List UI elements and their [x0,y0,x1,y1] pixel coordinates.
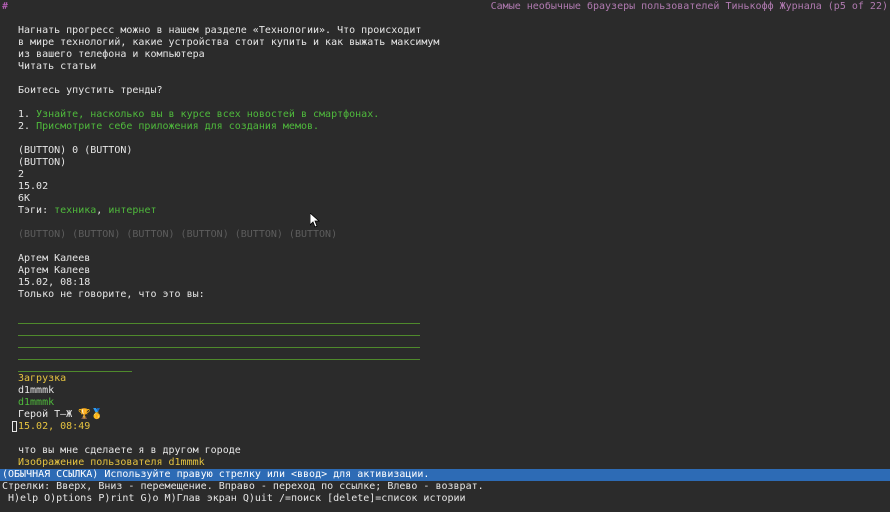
user-badge: Герой Т—Ж 🏆🥇 [18,409,103,421]
share-buttons[interactable]: (BUTTON) (BUTTON) (BUTTON) (BUTTON) (BUT… [18,229,337,241]
badge-label: Герой Т—Ж [18,409,73,420]
status-bar: (ОБЫЧНАЯ ССЫЛКА) Используйте правую стре… [0,469,890,481]
page-title: Самые необычные браузеры пользователей Т… [490,1,888,12]
page-marker: # [2,1,9,12]
tag-link[interactable]: интернет [108,205,156,216]
text-cursor [12,421,17,432]
comment-text: Только не говорите, что это вы: [18,289,205,300]
tag-link[interactable]: техника [54,205,96,216]
comment-datetime: 15.02, 08:18 [18,277,91,288]
tags: Тэги: техника, интернет [18,205,157,217]
divider [18,359,420,360]
loading-text: Загрузка [18,373,67,384]
list-link[interactable]: Присмотрите себе приложения для создания… [36,121,319,132]
read-articles-link[interactable]: Читать статьи [18,61,96,73]
user-link[interactable]: d1mmmk [18,397,54,409]
list-link[interactable]: Узнайте, насколько вы в курсе всех новос… [36,109,379,120]
comment-text: что вы мне сделаете я в другом городе [18,445,241,456]
intro-line: в мире технологий, какие устройства стои… [18,37,440,48]
like-buttons[interactable]: (BUTTON) 0 (BUTTON) [18,145,132,157]
comment-author: Артем Калеев [18,265,91,276]
question-heading: Боитесь упустить тренды? [18,85,163,96]
article-date: 15.02 [18,181,49,192]
intro-line: Нагнать прогресс можно в нашем разделе «… [18,25,422,36]
command-line: H)elp O)ptions P)rint G)o M)Глав экран Q… [2,493,466,504]
mouse-pointer-icon [310,213,320,228]
trophy-icon: 🏆 [78,409,91,420]
list-number: 2. [18,121,37,132]
comment-author: Артем Калеев [18,253,91,264]
intro-line: из вашего телефона и компьютера [18,49,205,60]
view-count: 6K [18,193,31,204]
divider [18,323,420,324]
help-line: Стрелки: Вверх, Вниз - перемещение. Впра… [2,481,484,492]
divider [18,371,132,372]
tag-separator: , [96,205,109,216]
comment-user: d1mmmk [18,385,55,396]
button[interactable]: (BUTTON) [18,157,66,169]
list-item: 1. Узнайте, насколько вы в курсе всех но… [18,109,379,121]
list-number: 1. [18,109,37,120]
list-item: 2. Присмотрите себе приложения для созда… [18,121,319,133]
user-image-link[interactable]: Изображение пользователя d1mmmk [18,457,205,469]
comment-datetime-link[interactable]: 15.02, 08:49 [18,421,90,433]
tags-label: Тэги: [18,205,55,216]
medal-icon: 🥇 [90,409,104,420]
divider [18,347,420,348]
divider [18,335,420,336]
comment-count: 2 [18,169,25,180]
